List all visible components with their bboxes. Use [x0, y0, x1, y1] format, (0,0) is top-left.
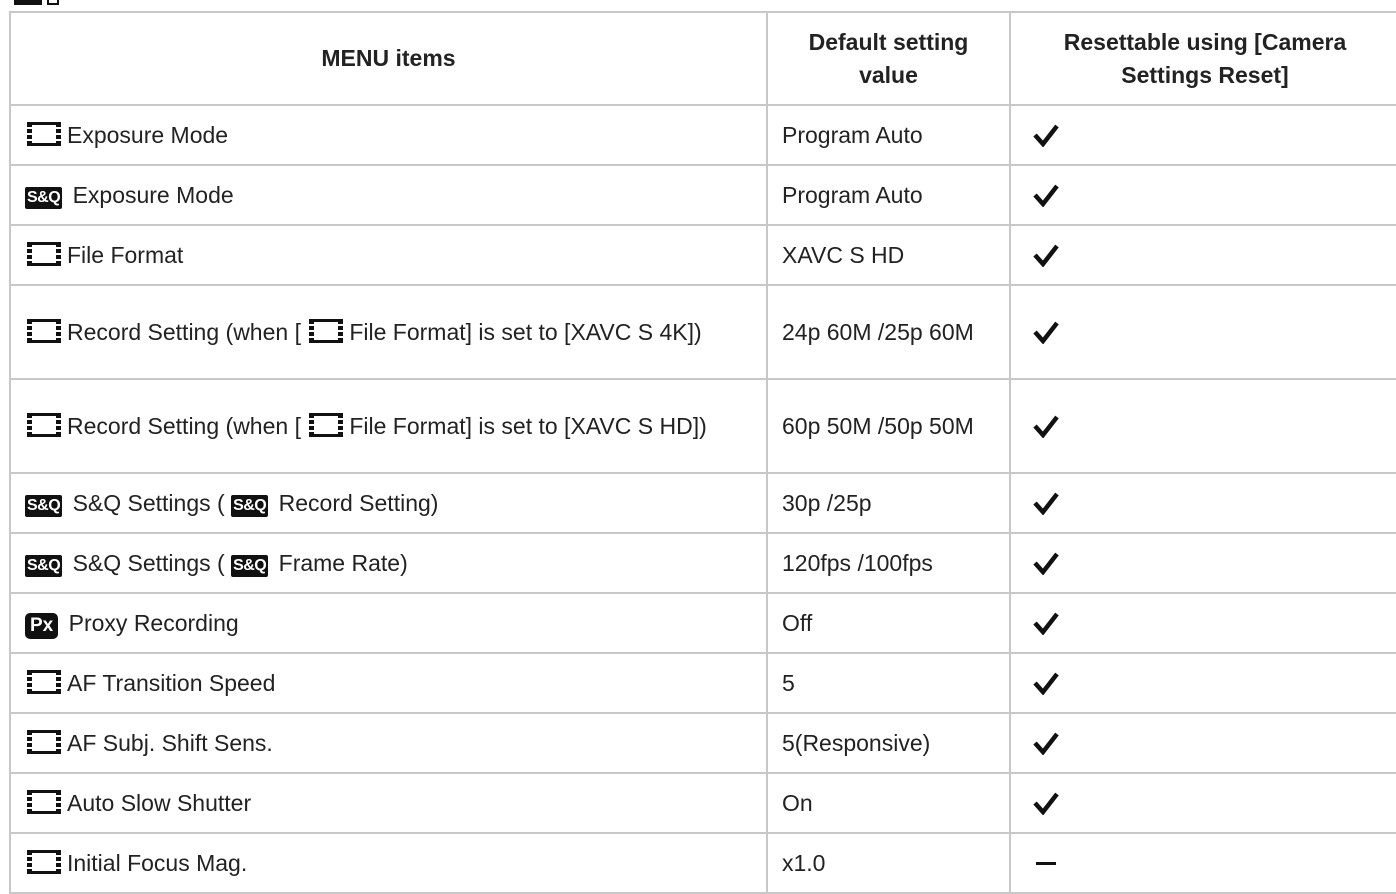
menu-item-label: Initial Focus Mag. [67, 849, 248, 876]
menu-item-label: File Format [67, 241, 184, 268]
default-value-cell: 24p 60M /25p 60M [766, 284, 1011, 380]
default-value-cell: x1.0 [766, 832, 1011, 894]
menu-item-cell: S&Q Exposure Mode [9, 164, 768, 226]
header-default-value: Default setting value [766, 11, 1011, 106]
resettable-cell [1009, 104, 1396, 166]
menu-item-label: Auto Slow Shutter [67, 789, 252, 816]
settings-table: MENU items Default setting value Resetta… [9, 11, 1396, 894]
menu-item-cell: Px Proxy Recording [9, 592, 768, 654]
default-value-cell: Off [766, 592, 1011, 654]
header-resettable: Resettable using [Camera Settings Reset] [1009, 11, 1396, 106]
resettable-cell [1009, 712, 1396, 774]
default-value-cell: On [766, 772, 1011, 834]
menu-item-label: Record Setting (when [ [67, 412, 301, 439]
menu-item-cell: S&Q S&Q Settings ( S&Q Record Setting) [9, 472, 768, 534]
check-icon [1033, 243, 1395, 267]
menu-item-cell: File Format [9, 224, 768, 286]
snq-icon: S&Q [231, 494, 269, 517]
table-row: Auto Slow Shutter On [9, 772, 1396, 834]
check-icon [1033, 414, 1395, 438]
table-row: File Format XAVC S HD [9, 224, 1396, 286]
snq-icon: S&Q [25, 554, 63, 577]
default-value-cell: Program Auto [766, 164, 1011, 226]
menu-item-cell: Record Setting (when [ File Format] is s… [9, 284, 768, 380]
resettable-cell [1009, 592, 1396, 654]
table-row: Initial Focus Mag. x1.0 [9, 832, 1396, 894]
menu-item-cell: AF Transition Speed [9, 652, 768, 714]
menu-item-label: Proxy Recording [68, 609, 239, 636]
table-row: AF Subj. Shift Sens. 5(Responsive) [9, 712, 1396, 774]
menu-item-cell: AF Subj. Shift Sens. [9, 712, 768, 774]
check-icon [1033, 731, 1395, 755]
movie-icon [307, 412, 345, 438]
movie-icon [25, 318, 63, 344]
menu-item-cell: Auto Slow Shutter [9, 772, 768, 834]
check-icon [1033, 183, 1395, 207]
check-icon [1033, 611, 1395, 635]
header-row: MENU items Default setting value Resetta… [9, 11, 1396, 106]
proxy-icon: Px [25, 612, 59, 639]
menu-item-cell: Exposure Mode [9, 104, 768, 166]
resettable-cell [1009, 284, 1396, 380]
default-value-cell: 5(Responsive) [766, 712, 1011, 774]
menu-item-label: AF Transition Speed [67, 669, 276, 696]
check-icon [1033, 491, 1395, 515]
menu-item-label: S&Q Settings ( [72, 489, 225, 516]
table-row: Record Setting (when [ File Format] is s… [9, 378, 1396, 474]
resettable-cell [1009, 378, 1396, 474]
table-row: S&Q Exposure Mode Program Auto [9, 164, 1396, 226]
resettable-cell [1009, 224, 1396, 286]
menu-item-label-continued: Frame Rate) [278, 549, 408, 576]
resettable-cell [1009, 472, 1396, 534]
default-value-cell: XAVC S HD [766, 224, 1011, 286]
menu-item-cell: Record Setting (when [ File Format] is s… [9, 378, 768, 474]
check-icon [1033, 551, 1395, 575]
menu-item-label: Exposure Mode [72, 181, 234, 208]
table-row: Px Proxy Recording Off [9, 592, 1396, 654]
table-row: S&Q S&Q Settings ( S&Q Record Setting) 3… [9, 472, 1396, 534]
movie-icon [25, 241, 63, 267]
check-icon [1033, 791, 1395, 815]
movie-icon [307, 318, 345, 344]
movie-icon [25, 412, 63, 438]
movie-icon [25, 849, 63, 875]
movie-icon [25, 121, 63, 147]
menu-item-label: AF Subj. Shift Sens. [67, 729, 273, 756]
movie-icon [25, 669, 63, 695]
resettable-cell [1009, 832, 1396, 894]
default-value-cell: 30p /25p [766, 472, 1011, 534]
menu-item-label-continued: Record Setting) [278, 489, 439, 516]
resettable-cell [1009, 164, 1396, 226]
snq-icon: S&Q [25, 186, 63, 209]
menu-item-label-continued: File Format] is set to [XAVC S HD]) [349, 412, 707, 439]
header-menu-items: MENU items [9, 11, 768, 106]
movie-icon [25, 729, 63, 755]
resettable-cell [1009, 532, 1396, 594]
check-icon [1033, 123, 1395, 147]
default-value-cell: Program Auto [766, 104, 1011, 166]
default-value-cell: 5 [766, 652, 1011, 714]
table-row: S&Q S&Q Settings ( S&Q Frame Rate) 120fp… [9, 532, 1396, 594]
menu-item-label: S&Q Settings ( [72, 549, 225, 576]
menu-item-label: Record Setting (when [ [67, 318, 301, 345]
snq-icon: S&Q [25, 494, 63, 517]
check-icon [1033, 671, 1395, 695]
table-row: AF Transition Speed 5 [9, 652, 1396, 714]
table-row: Record Setting (when [ File Format] is s… [9, 284, 1396, 380]
resettable-cell [1009, 772, 1396, 834]
cropped-icon-fragment [14, 0, 84, 5]
table-row: Exposure Mode Program Auto [9, 104, 1396, 166]
default-value-cell: 60p 50M /50p 50M [766, 378, 1011, 474]
snq-icon: S&Q [231, 554, 269, 577]
resettable-cell [1009, 652, 1396, 714]
menu-item-cell: Initial Focus Mag. [9, 832, 768, 894]
menu-item-label-continued: File Format] is set to [XAVC S 4K]) [349, 318, 702, 345]
default-value-cell: 120fps /100fps [766, 532, 1011, 594]
menu-item-cell: S&Q S&Q Settings ( S&Q Frame Rate) [9, 532, 768, 594]
menu-item-label: Exposure Mode [67, 121, 229, 148]
dash-icon [1033, 851, 1395, 875]
movie-icon [25, 789, 63, 815]
check-icon [1033, 320, 1395, 344]
